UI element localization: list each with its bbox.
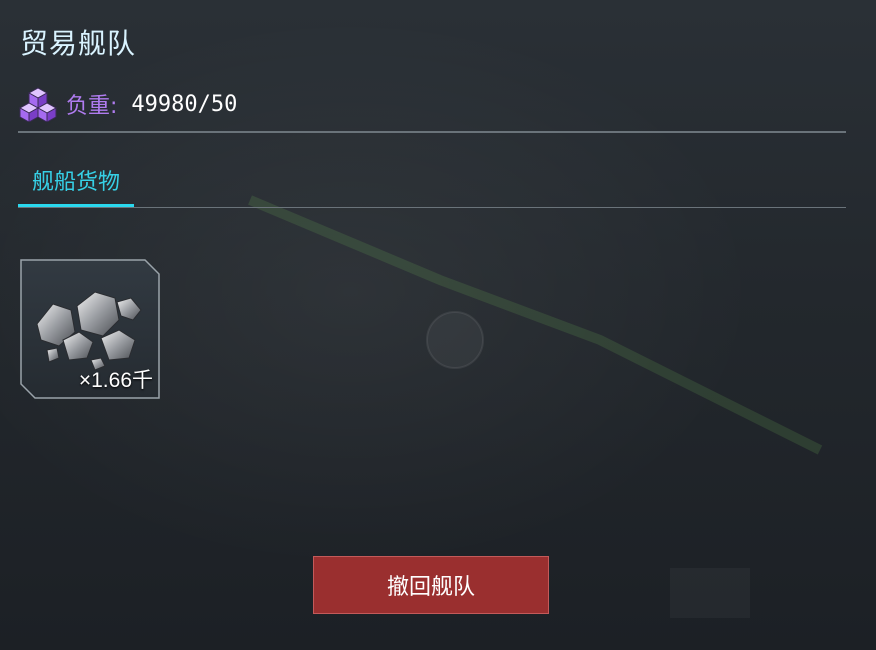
tab-divider	[18, 207, 846, 208]
load-label: 负重:	[66, 94, 118, 119]
tab-ship-cargo[interactable]: 舰船货物	[18, 164, 134, 206]
cargo-item[interactable]: ×1.66千	[19, 258, 161, 400]
cubes-icon	[18, 86, 58, 123]
recall-fleet-button[interactable]: 撤回舰队	[313, 556, 549, 614]
item-quantity: ×1.66千	[78, 369, 153, 392]
load-row: 负重: 49980/50	[18, 86, 238, 123]
load-value: 49980/50	[131, 91, 238, 117]
divider	[18, 131, 846, 133]
page-title: 贸易舰队	[20, 27, 137, 60]
